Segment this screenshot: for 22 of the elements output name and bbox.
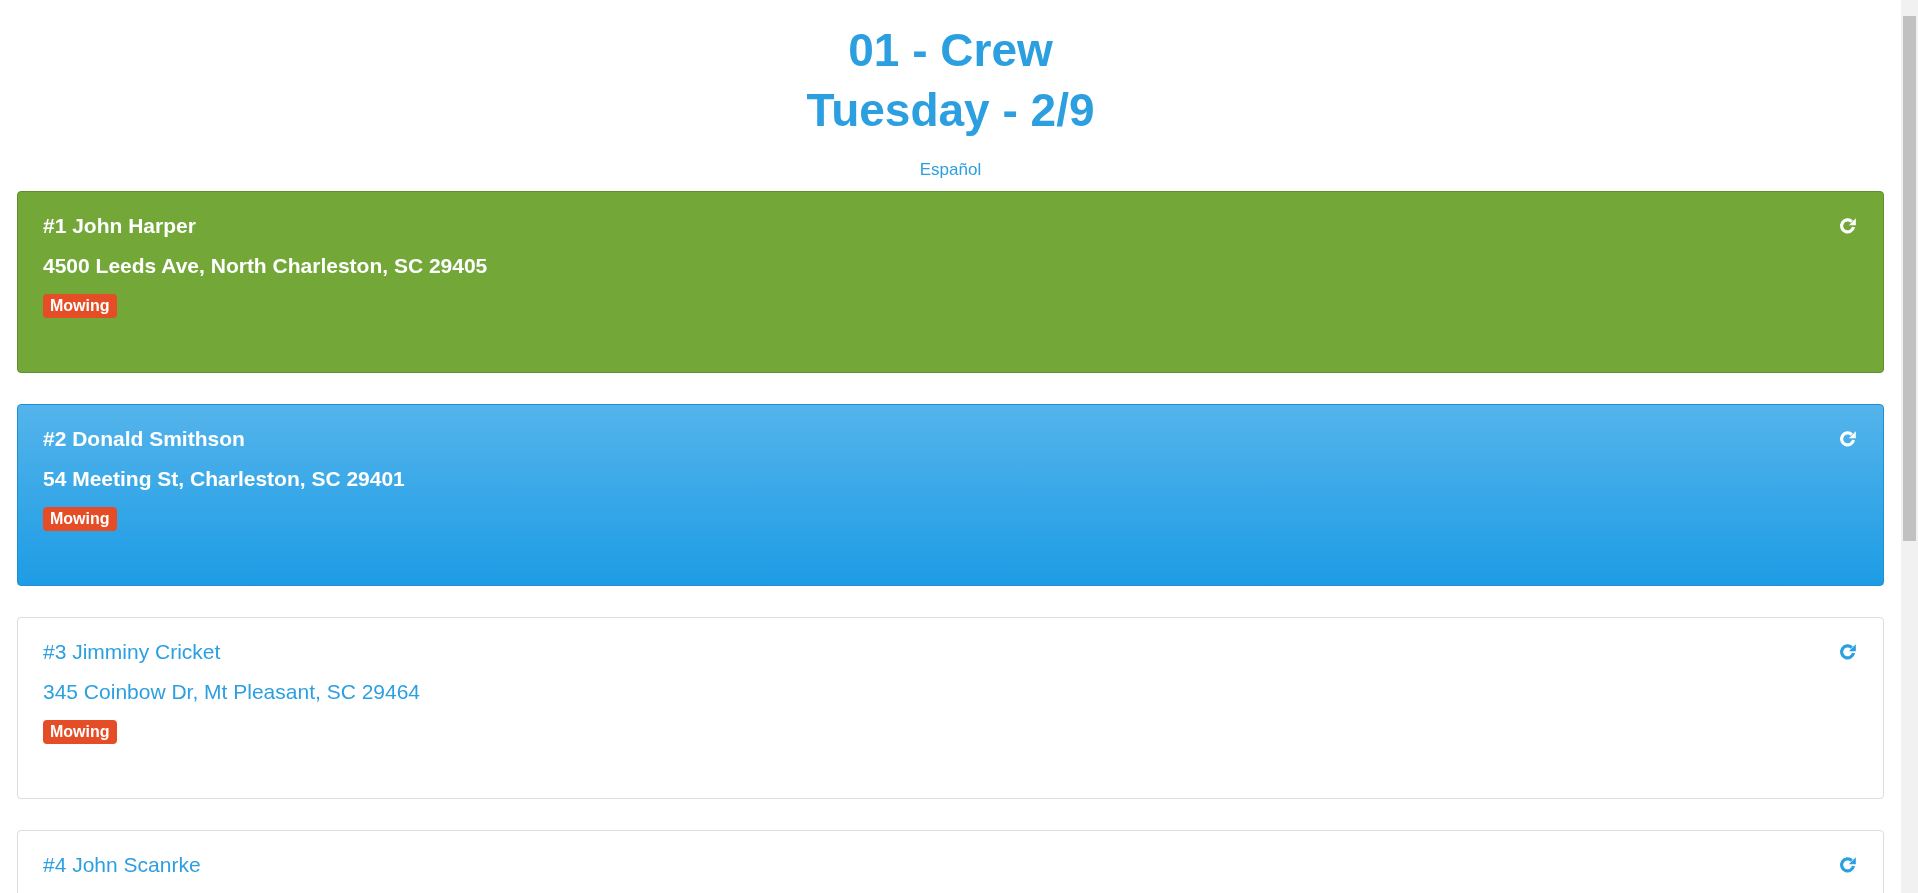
address: 345 Coinbow Dr, Mt Pleasant, SC 29464 (43, 680, 422, 704)
customer-name: #3 Jimminy Cricket (43, 640, 221, 664)
refresh-icon[interactable] (1838, 855, 1858, 875)
stop-card[interactable]: #3 Jimminy Cricket 345 Coinbow Dr, Mt Pleasant, SC 29464 Mowing (17, 617, 1884, 799)
stop-card[interactable]: #2 Donald Smithson 54 Meeting St, Charleston, SC 29401 Mowing (17, 404, 1884, 586)
refresh-icon[interactable] (1838, 216, 1858, 236)
scrollbar[interactable] (1901, 0, 1918, 893)
language-link[interactable]: Español (919, 160, 982, 180)
refresh-icon[interactable] (1838, 642, 1858, 662)
address: 4500 Leeds Ave, North Charleston, SC 29405 (43, 254, 489, 278)
address: 54 Meeting St, Charleston, SC 29401 (43, 467, 406, 491)
crew-title: 01 - Crew (848, 23, 1053, 78)
day-title: Tuesday - 2/9 (806, 83, 1095, 138)
refresh-icon[interactable] (1838, 429, 1858, 449)
service-tag: Mowing (43, 507, 117, 531)
customer-name: #4 John Scanrke (43, 853, 201, 877)
stop-card[interactable]: #1 John Harper 4500 Leeds Ave, North Charleston, SC 29405 Mowing (17, 191, 1884, 373)
service-tag: Mowing (43, 720, 117, 744)
customer-name: #1 John Harper (43, 214, 196, 238)
stop-card[interactable]: #4 John Scanrke (17, 830, 1884, 893)
service-tag: Mowing (43, 294, 117, 318)
customer-name: #2 Donald Smithson (43, 427, 245, 451)
